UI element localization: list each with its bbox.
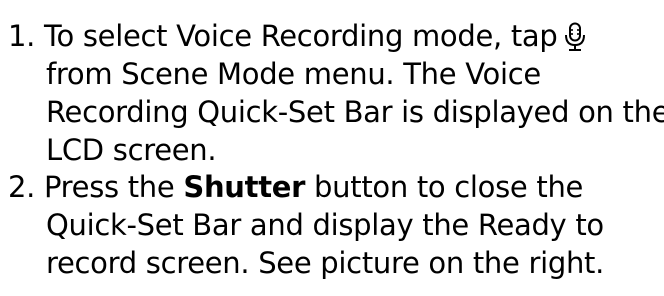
step-1-line-1: 1. To select Voice Recording mode, tap (8, 17, 658, 55)
step-2-line-1: 2. Press the Shutter button to close the (8, 168, 658, 206)
step-2-text-line-1-post: button to close the (305, 170, 584, 204)
step-2-number: 2. (8, 170, 36, 204)
shutter-button-label: Shutter (183, 170, 306, 204)
step-1-text-line-4: LCD screen. (46, 133, 217, 167)
step-2-text-line-2: Quick-Set Bar and display the Ready to (46, 208, 604, 242)
step-1-text-line-2: from Scene Mode menu. The Voice (46, 57, 541, 91)
step-1-number: 1. (8, 19, 36, 53)
instruction-step-2: 2. Press the Shutter button to close the… (8, 168, 658, 282)
step-1-text-line-1: To select Voice Recording mode, tap (44, 19, 558, 53)
instruction-step-1: 1. To select Voice Recording mode, tap f… (8, 17, 664, 169)
microphone-icon (564, 22, 585, 51)
step-2-text-line-1-pre: Press the (44, 170, 184, 204)
step-1-text-line-3: Recording Quick-Set Bar is displayed on … (46, 95, 664, 129)
step-2-text-line-3: record screen. See picture on the right. (46, 246, 605, 280)
